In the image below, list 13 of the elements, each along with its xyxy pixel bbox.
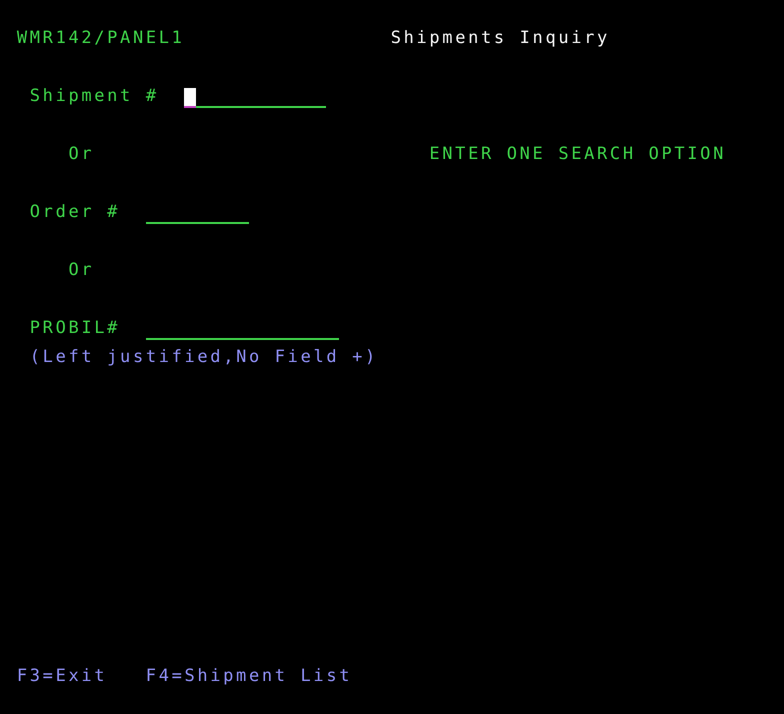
instruction-message: ENTER ONE SEARCH OPTION (429, 144, 726, 164)
field-hint: (Left justified,No Field +) (30, 347, 378, 367)
or-label: Or (68, 260, 94, 280)
function-key: F4=Shipment List (146, 666, 352, 686)
or-label: Or (68, 144, 94, 164)
field-label: PROBIL# (30, 318, 120, 338)
field-label: Shipment # (30, 86, 159, 106)
field-label: Order # (30, 202, 120, 222)
function-key: F3=Exit (16, 666, 108, 686)
text-cursor (184, 88, 196, 108)
input-field[interactable] (184, 88, 326, 108)
program-name: WMR142/PANEL1 (16, 28, 185, 48)
screen-title: Shipments Inquiry (390, 28, 610, 48)
